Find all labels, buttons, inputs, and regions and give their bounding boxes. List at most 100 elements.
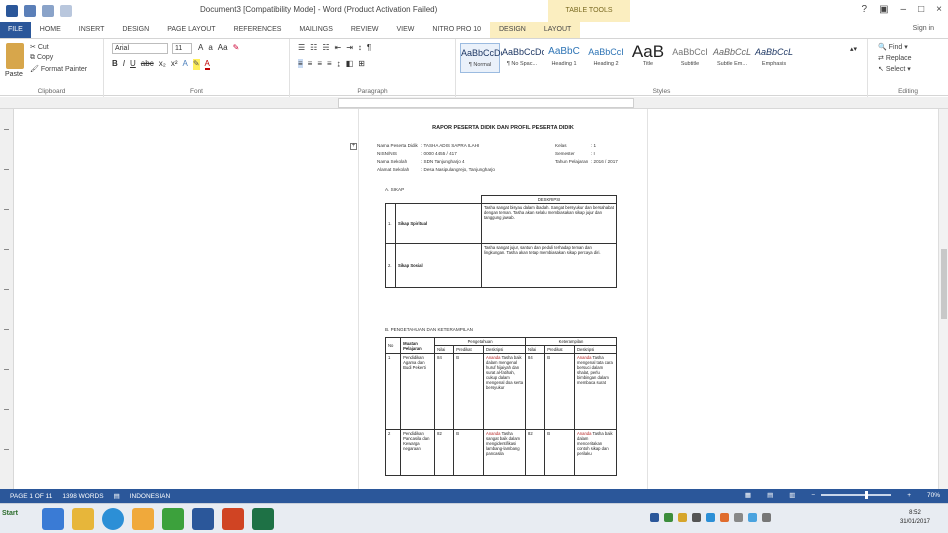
zoom-out-icon[interactable]: −: [811, 492, 815, 499]
tab-references[interactable]: REFERENCES: [225, 22, 291, 38]
paste-button[interactable]: Paste: [5, 71, 23, 78]
proofing-icon[interactable]: ▤: [114, 492, 120, 500]
subscript-button[interactable]: x₂: [159, 59, 166, 70]
knowledge-skills-table[interactable]: No Muatan Pelajaran Pengetahuan Keteramp…: [384, 337, 617, 476]
tray-icon[interactable]: [692, 513, 701, 522]
tab-file[interactable]: FILE: [0, 22, 31, 38]
copy-button[interactable]: ⧉ Copy: [30, 54, 53, 62]
tray-icon[interactable]: [650, 513, 659, 522]
change-case-icon[interactable]: Aa: [218, 43, 228, 52]
start-button[interactable]: Start: [2, 510, 18, 517]
sign-in-link[interactable]: Sign in: [913, 25, 934, 32]
style-subtle-emphasis[interactable]: AaBbCcL Subtle Em...: [712, 43, 752, 73]
styles-scroll-icon[interactable]: ▴▾: [850, 45, 857, 53]
line-spacing-icon[interactable]: ↨: [337, 59, 341, 68]
zoom-slider-thumb[interactable]: [865, 491, 869, 499]
shading-icon[interactable]: ◧: [346, 59, 354, 68]
table-move-handle-icon[interactable]: +: [350, 143, 357, 150]
volume-icon[interactable]: [762, 513, 771, 522]
font-color-icon[interactable]: A: [204, 59, 210, 70]
shrink-font-icon[interactable]: a: [208, 43, 212, 52]
increase-indent-icon[interactable]: ⇥: [346, 43, 353, 52]
vertical-ruler[interactable]: [0, 109, 14, 489]
find-button[interactable]: 🔍 Find ▾: [878, 43, 908, 51]
font-size-select[interactable]: 11: [172, 43, 192, 54]
style-heading-2[interactable]: AaBbCcI Heading 2: [586, 43, 626, 73]
read-mode-icon[interactable]: ▦: [745, 491, 751, 499]
style-no-spacing[interactable]: AaBbCcDc ¶ No Spac...: [502, 43, 546, 73]
tab-review[interactable]: REVIEW: [342, 22, 388, 38]
replace-button[interactable]: ⇄ Replace: [878, 54, 912, 62]
paste-icon[interactable]: [6, 43, 24, 69]
align-left-icon[interactable]: ≡: [298, 59, 303, 68]
help-icon[interactable]: ?: [862, 4, 868, 15]
strikethrough-button[interactable]: abc: [141, 59, 154, 70]
ribbon-display-icon[interactable]: ▣: [879, 4, 888, 15]
print-layout-icon[interactable]: ▤: [767, 491, 773, 499]
web-layout-icon[interactable]: ▥: [789, 491, 795, 499]
zoom-slider[interactable]: [821, 491, 892, 499]
excel-taskbar-icon[interactable]: [252, 508, 274, 530]
undo-icon[interactable]: [42, 5, 54, 17]
bullets-icon[interactable]: ☰: [298, 43, 305, 52]
style-emphasis[interactable]: AaBbCcL Emphasis: [754, 43, 794, 73]
language-indicator[interactable]: INDONESIAN: [130, 493, 170, 500]
sort-icon[interactable]: ↕: [358, 43, 362, 52]
format-painter-button[interactable]: 🖌 Format Painter: [30, 65, 87, 73]
tab-home[interactable]: HOME: [31, 22, 70, 38]
highlight-icon[interactable]: ✎: [192, 59, 200, 70]
numbering-icon[interactable]: ☷: [310, 43, 317, 52]
tab-table-layout[interactable]: LAYOUT: [534, 22, 581, 38]
document-area[interactable]: + RAPOR PESERTA DIDIK DAN PROFIL PESERTA…: [14, 109, 938, 489]
word-count[interactable]: 1398 WORDS: [62, 493, 103, 500]
maximize-icon[interactable]: □: [918, 4, 924, 15]
style-heading-1[interactable]: AaBbC Heading 1: [544, 43, 584, 73]
clear-formatting-icon[interactable]: ✎: [233, 43, 240, 52]
underline-button[interactable]: U: [130, 59, 136, 70]
network-icon[interactable]: [748, 513, 757, 522]
save-icon[interactable]: [24, 5, 36, 17]
style-title[interactable]: AaB Title: [628, 43, 668, 73]
tab-view[interactable]: VIEW: [387, 22, 423, 38]
scrollbar-thumb[interactable]: [941, 249, 947, 319]
tray-icon[interactable]: [706, 513, 715, 522]
tray-icon[interactable]: [664, 513, 673, 522]
style-subtitle[interactable]: AaBbCcI Subtitle: [670, 43, 710, 73]
horizontal-ruler[interactable]: [0, 97, 948, 109]
redo-icon[interactable]: [60, 5, 72, 17]
vertical-scrollbar[interactable]: [938, 109, 948, 489]
multilevel-list-icon[interactable]: ☵: [322, 43, 329, 52]
borders-icon[interactable]: ⊞: [358, 59, 365, 68]
close-icon[interactable]: ×: [936, 4, 942, 15]
text-effects-icon[interactable]: A: [182, 59, 187, 70]
zoom-in-icon[interactable]: +: [907, 492, 911, 499]
tab-design[interactable]: DESIGN: [113, 22, 158, 38]
word-taskbar-icon[interactable]: [192, 508, 214, 530]
font-name-select[interactable]: Arial: [112, 43, 168, 54]
media-icon[interactable]: [132, 508, 154, 530]
italic-button[interactable]: I: [123, 59, 125, 70]
minimize-icon[interactable]: –: [901, 4, 907, 15]
sikap-table[interactable]: DESKRIPSI 1. Sikap Spiritual Tasha sanga…: [385, 195, 617, 288]
bold-button[interactable]: B: [112, 59, 118, 70]
taskbar-app-icon[interactable]: [42, 508, 64, 530]
superscript-button[interactable]: x²: [171, 59, 178, 70]
show-marks-icon[interactable]: ¶: [367, 43, 371, 52]
document-page[interactable]: RAPOR PESERTA DIDIK DAN PROFIL PESERTA D…: [358, 109, 648, 489]
tab-nitro-pro[interactable]: NITRO PRO 10: [423, 22, 490, 38]
align-center-icon[interactable]: ≡: [308, 59, 313, 68]
grow-font-icon[interactable]: A: [198, 43, 203, 52]
cut-button[interactable]: ✂ Cut: [30, 43, 49, 51]
align-right-icon[interactable]: ≡: [317, 59, 322, 68]
browser-icon[interactable]: [102, 508, 124, 530]
pdf-taskbar-icon[interactable]: [222, 508, 244, 530]
tab-mailings[interactable]: MAILINGS: [290, 22, 341, 38]
tab-insert[interactable]: INSERT: [70, 22, 114, 38]
page-count[interactable]: PAGE 1 OF 11: [10, 493, 52, 500]
zoom-level[interactable]: 70%: [927, 492, 940, 499]
style-normal[interactable]: AaBbCcDc ¶ Normal: [460, 43, 505, 73]
chrome-icon[interactable]: [162, 508, 184, 530]
folder-icon[interactable]: [72, 508, 94, 530]
tray-icon[interactable]: [678, 513, 687, 522]
tab-page-layout[interactable]: PAGE LAYOUT: [158, 22, 224, 38]
